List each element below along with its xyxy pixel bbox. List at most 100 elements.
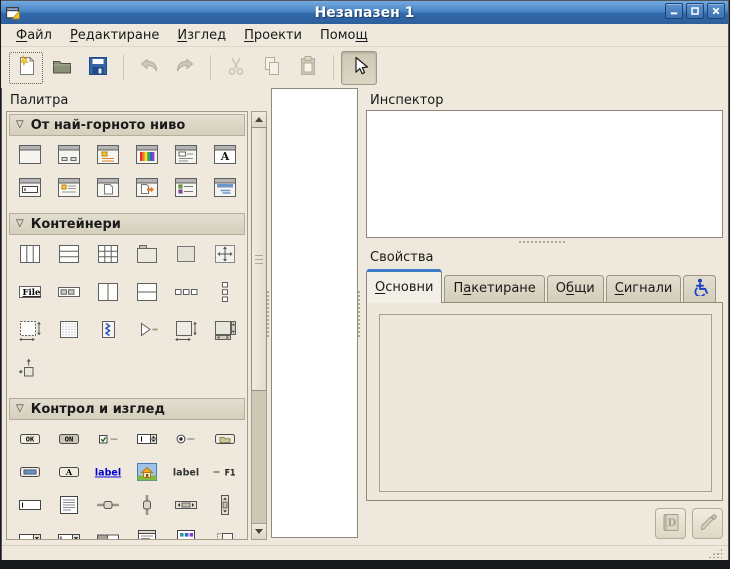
palette-item-scrolled-window[interactable] <box>10 318 49 356</box>
minimize-button[interactable] <box>665 3 683 19</box>
palette-item-list-dialog[interactable] <box>166 176 205 209</box>
palette-item-color-button[interactable] <box>10 460 49 493</box>
palette-item-check-button[interactable] <box>88 427 127 460</box>
save-button[interactable] <box>80 51 116 85</box>
palette-item-text-view[interactable] <box>49 493 88 526</box>
tab-general[interactable]: Основни <box>366 269 442 303</box>
tab-accessibility[interactable] <box>683 275 716 303</box>
pointer-button[interactable] <box>341 51 377 85</box>
palette-item-color-dialog[interactable] <box>127 143 166 176</box>
palette-item-menubar[interactable]: File <box>10 280 49 318</box>
palette-item-combo-box-entry[interactable] <box>49 526 88 540</box>
edit-widget-button <box>692 508 723 539</box>
palette-item-button[interactable]: OK <box>10 427 49 460</box>
palette-item-layout[interactable] <box>205 318 244 356</box>
palette-item-viewport[interactable] <box>49 318 88 356</box>
palette-item-link-button[interactable]: label <box>88 460 127 493</box>
palette-item-radio-button[interactable] <box>166 427 205 460</box>
palette-item-hpaned[interactable] <box>88 280 127 318</box>
svg-text:label: label <box>94 468 120 479</box>
palette-item-progress-bar[interactable] <box>88 526 127 540</box>
tab-packing[interactable]: Пакетиране <box>444 275 544 303</box>
tab-signals[interactable]: Сигнали <box>606 275 682 303</box>
menu-file[interactable]: Файл <box>7 25 61 46</box>
design-canvas[interactable] <box>271 88 358 538</box>
palette-item-document[interactable] <box>88 176 127 209</box>
menu-help[interactable]: Помощ <box>311 25 377 46</box>
save-icon <box>86 54 110 81</box>
palette-item-window[interactable] <box>10 143 49 176</box>
screen: { "window": { "title": "Незапазен 1" }, … <box>0 0 730 569</box>
menu-projects[interactable]: Проекти <box>235 25 311 46</box>
palette-item-handle-box[interactable] <box>88 318 127 356</box>
palette-item-file-forward[interactable] <box>127 176 166 209</box>
palette-item-event-box[interactable] <box>166 242 205 280</box>
thumb-grip <box>255 255 263 256</box>
scroll-down-button[interactable] <box>251 523 267 540</box>
palette-item-toolbar[interactable] <box>49 280 88 318</box>
menu-view[interactable]: Изглед <box>168 25 235 46</box>
palette-item-alignment[interactable] <box>10 356 49 394</box>
palette-item-combo-box[interactable] <box>10 526 49 540</box>
palette-item-window-header[interactable] <box>205 176 244 209</box>
new-icon <box>14 54 38 81</box>
palette-item-about-dialog[interactable] <box>49 176 88 209</box>
palette-item-font-dialog[interactable]: A <box>205 143 244 176</box>
palette-item-file-button[interactable] <box>205 427 244 460</box>
palette-item-fixed[interactable] <box>205 242 244 280</box>
palette-item-message-dialog[interactable] <box>88 143 127 176</box>
open-icon <box>50 54 74 81</box>
palette-item-file-chooser-dialog[interactable] <box>166 143 205 176</box>
paned-handle-left[interactable] <box>266 290 271 338</box>
palette-item-vscale[interactable] <box>127 493 166 526</box>
properties-tabs: ОсновниПакетиранеОбщиСигнали <box>366 269 723 303</box>
close-button[interactable] <box>707 3 725 19</box>
triangle-down-icon <box>255 529 263 534</box>
palette-item-label[interactable]: label <box>166 460 205 493</box>
maximize-button[interactable] <box>686 3 704 19</box>
inspector-title: Инспектор <box>370 93 444 108</box>
svg-text:A: A <box>64 467 72 477</box>
palette-section-2[interactable]: ▽Контейнери <box>9 213 245 235</box>
new-button[interactable] <box>8 51 44 85</box>
scrollbar-thumb[interactable] <box>251 127 267 391</box>
menu-edit[interactable]: Редактиране <box>61 25 168 46</box>
palette-item-hbutton-box[interactable] <box>166 280 205 318</box>
palette-item-cell-view[interactable] <box>205 526 244 540</box>
palette-item-tree-view[interactable] <box>127 526 166 540</box>
paned-handle-right[interactable] <box>357 290 362 338</box>
expander-triangle-icon: ▽ <box>16 403 24 414</box>
palette-item-input-dialog[interactable] <box>10 176 49 209</box>
palette-item-vscrollbar[interactable] <box>205 493 244 526</box>
palette-item-table[interactable] <box>88 242 127 280</box>
palette-item-icon-view[interactable] <box>166 526 205 540</box>
palette-section-3[interactable]: ▽Контрол и изглед <box>9 398 245 420</box>
palette-item-hscrollbar[interactable] <box>166 493 205 526</box>
open-button[interactable] <box>44 51 80 85</box>
palette-item-frame[interactable] <box>127 242 166 280</box>
palette-item-entry[interactable] <box>10 493 49 526</box>
properties-empty-area <box>379 314 712 492</box>
palette-item-image[interactable] <box>127 460 166 493</box>
palette-item-dialog[interactable] <box>49 143 88 176</box>
palette-item-spin-button[interactable] <box>127 427 166 460</box>
palette-item-font-button[interactable]: A <box>49 460 88 493</box>
scroll-up-button[interactable] <box>251 111 267 128</box>
palette-scrollbar[interactable] <box>251 111 267 540</box>
properties-title: Свойства <box>370 250 434 265</box>
paste-button <box>290 51 326 85</box>
palette-item-aspect-frame[interactable] <box>166 318 205 356</box>
palette-item-accel-label[interactable]: F1 <box>205 460 244 493</box>
palette-item-hscale[interactable] <box>88 493 127 526</box>
palette-item-vbutton-box[interactable] <box>205 280 244 318</box>
paned-handle-horizontal[interactable] <box>518 240 566 245</box>
inspector-tree[interactable] <box>366 110 723 238</box>
palette-item-expander[interactable] <box>127 318 166 356</box>
palette-section-1[interactable]: ▽От най-горното ниво <box>9 114 245 136</box>
palette-item-vpaned[interactable] <box>127 280 166 318</box>
palette-item-vbox[interactable] <box>49 242 88 280</box>
tab-common[interactable]: Общи <box>547 275 604 303</box>
svg-text:OK: OK <box>25 436 34 444</box>
palette-item-toggle-button[interactable]: ON <box>49 427 88 460</box>
palette-item-hbox[interactable] <box>10 242 49 280</box>
